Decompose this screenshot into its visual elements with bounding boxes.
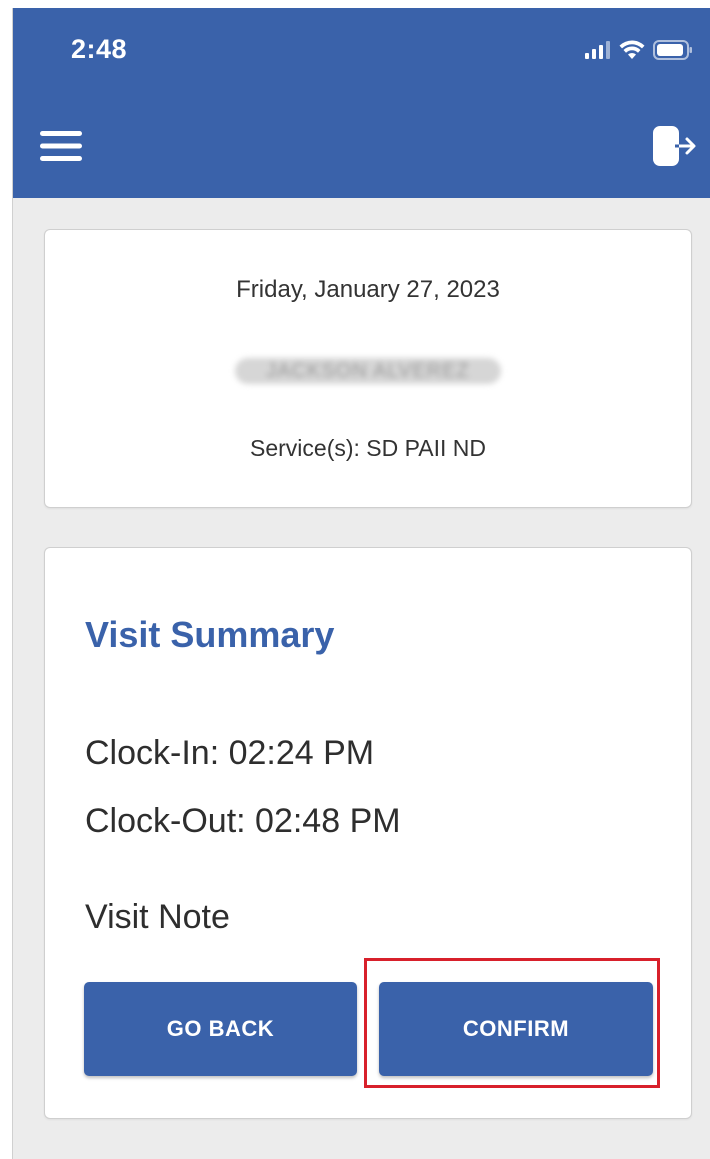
logout-icon[interactable] — [651, 122, 699, 170]
visit-summary-card: Visit Summary Clock-In: 02:24 PM Clock-O… — [44, 547, 692, 1119]
status-time: 2:48 — [71, 34, 128, 64]
status-icons — [585, 40, 693, 65]
cellular-signal-icon — [585, 41, 611, 64]
visit-summary-title: Visit Summary — [85, 614, 335, 655]
wifi-icon — [619, 40, 645, 65]
go-back-button[interactable]: GO BACK — [84, 982, 357, 1076]
app-screen: 2:48 Friday, January 27, 2023 JACKSON AL… — [12, 8, 710, 1159]
screenshot-frame: 2:48 Friday, January 27, 2023 JACKSON AL… — [0, 0, 710, 1159]
visit-date: Friday, January 27, 2023 — [236, 276, 500, 303]
hamburger-menu-icon[interactable] — [39, 126, 83, 166]
client-name: JACKSON ALVEREZ — [266, 360, 470, 382]
visit-note-label[interactable]: Visit Note — [85, 898, 230, 937]
client-name-blurred: JACKSON ALVEREZ — [235, 358, 501, 384]
app-header: 2:48 — [13, 8, 710, 198]
visit-info-card: Friday, January 27, 2023 JACKSON ALVEREZ… — [44, 229, 692, 508]
battery-icon — [653, 40, 693, 65]
service-label: Service(s): SD PAII ND — [250, 435, 486, 461]
clock-out-time: Clock-Out: 02:48 PM — [85, 802, 401, 840]
confirm-button[interactable]: CONFIRM — [379, 982, 653, 1076]
clock-in-time: Clock-In: 02:24 PM — [85, 734, 375, 772]
